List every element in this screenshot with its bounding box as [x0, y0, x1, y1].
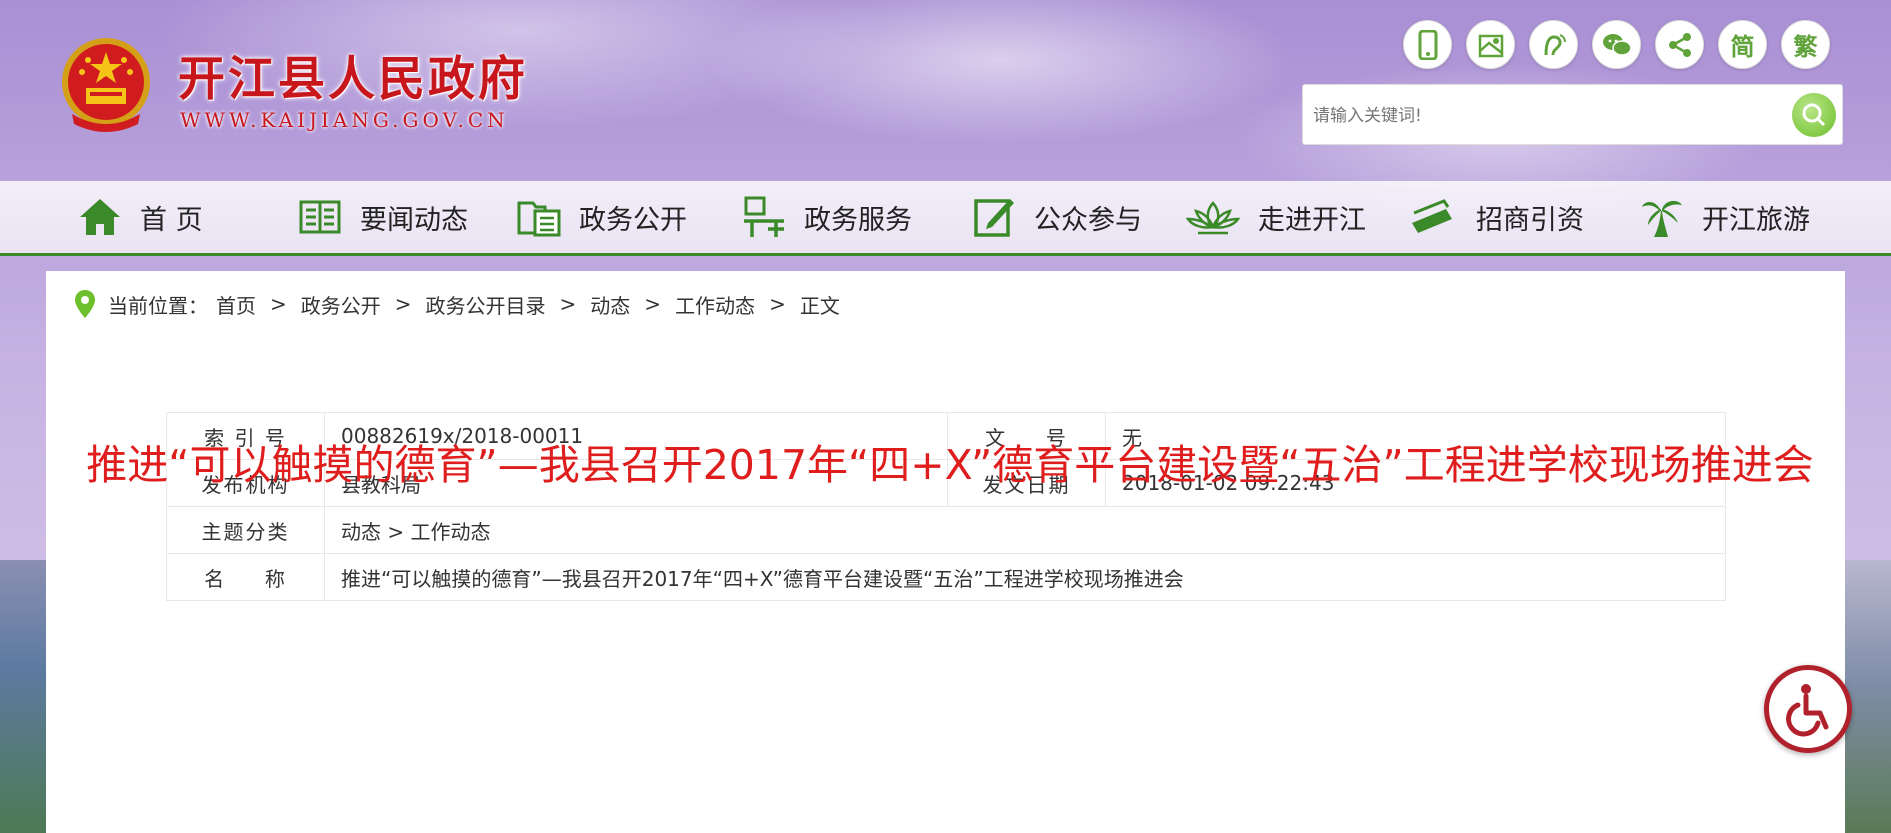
- nav-item-about[interactable]: 走进开江: [1186, 181, 1366, 253]
- service-icon: [744, 196, 784, 237]
- breadcrumb-separator: >: [270, 292, 287, 316]
- breadcrumb-item-current: 正文: [799, 293, 840, 318]
- nav-item-news[interactable]: 要闻动态: [298, 181, 468, 253]
- nav-item-tourism[interactable]: 开江旅游: [1640, 181, 1810, 253]
- breadcrumb-separator: >: [644, 292, 662, 316]
- home-icon: [80, 199, 120, 235]
- traditional-icon[interactable]: 繁: [1781, 20, 1830, 69]
- breadcrumb-item[interactable]: 政务公开: [301, 290, 381, 319]
- lotus-icon: [1186, 201, 1240, 235]
- meta-label: 名 称: [166, 553, 325, 601]
- investment-icon: [1412, 199, 1452, 233]
- news-icon: [299, 200, 341, 234]
- accessibility-button[interactable]: [1764, 665, 1852, 753]
- palm-icon: [1642, 200, 1682, 237]
- folder-icon: [517, 201, 561, 237]
- nav-item-home[interactable]: 首 页: [78, 181, 203, 253]
- wechat-icon[interactable]: [1592, 20, 1641, 69]
- search-box: [1302, 84, 1843, 146]
- nav-item-investment[interactable]: 招商引资: [1408, 181, 1584, 253]
- nav-item-label: 公众参与: [1034, 204, 1142, 236]
- meta-label: 主题分类: [166, 506, 325, 554]
- nav-item-label: 政务服务: [804, 204, 912, 236]
- table-row: 名 称 推进“可以触摸的德育”—我县召开2017年“四+X”德育平台建设暨“五治…: [166, 553, 1726, 601]
- meta-value: 动态 > 工作动态: [324, 506, 1726, 554]
- simplified-icon[interactable]: 简: [1718, 20, 1767, 69]
- search-button[interactable]: [1792, 93, 1836, 137]
- national-emblem-icon: [62, 38, 150, 132]
- nav-item-gov-service[interactable]: 政务服务: [742, 181, 912, 253]
- nav-item-label: 招商引资: [1476, 204, 1584, 236]
- map-icon[interactable]: [1466, 20, 1515, 69]
- breadcrumb: 当前位置： 首页 > 政务公开 > 政务公开目录 > 动态 > 工作动态 > 正…: [74, 289, 840, 319]
- meta-value: 推进“可以触摸的德育”—我县召开2017年“四+X”德育平台建设暨“五治”工程进…: [324, 553, 1726, 601]
- breadcrumb-item[interactable]: 工作动态: [675, 290, 755, 319]
- nav-item-gov-info[interactable]: 政务公开: [517, 181, 687, 253]
- table-row: 主题分类 动态 > 工作动态: [166, 506, 1726, 554]
- edit-icon: [974, 199, 1014, 237]
- breadcrumb-separator: >: [769, 292, 786, 316]
- breadcrumb-separator: >: [394, 292, 412, 316]
- main-nav: 首 页 要闻动态 政务公开 政务服务 公众参与 走进开江 招商引资 开江旅游: [0, 181, 1891, 256]
- content-panel: 当前位置： 首页 > 政务公开 > 政务公开目录 > 动态 > 工作动态 > 正…: [46, 271, 1845, 833]
- toolbar: 简 繁: [1403, 20, 1830, 69]
- nav-item-label: 开江旅游: [1702, 204, 1810, 236]
- background-scenery-left: [0, 560, 46, 833]
- breadcrumb-item[interactable]: 动态: [590, 290, 630, 319]
- nav-item-label: 政务公开: [579, 204, 687, 236]
- breadcrumb-separator: >: [559, 292, 577, 316]
- nav-item-participation[interactable]: 公众参与: [972, 181, 1142, 253]
- breadcrumb-label: 当前位置：: [108, 293, 208, 318]
- article-title: 推进“可以触摸的德育”—我县召开2017年“四+X”德育平台建设暨“五治”工程进…: [86, 441, 1814, 489]
- search-input[interactable]: [1311, 85, 1775, 146]
- breadcrumb-item[interactable]: 首页: [216, 290, 256, 319]
- search-icon: [1802, 103, 1826, 127]
- nav-item-label: 要闻动态: [360, 204, 468, 236]
- breadcrumb-item[interactable]: 政务公开目录: [426, 290, 546, 319]
- wheelchair-icon: [1786, 684, 1829, 737]
- nav-item-label: 走进开江: [1258, 204, 1366, 236]
- site-title[interactable]: 开江县人民政府: [178, 40, 528, 109]
- nav-item-label: 首 页: [140, 204, 203, 236]
- mobile-icon[interactable]: [1403, 20, 1452, 69]
- location-pin-icon: [75, 290, 95, 318]
- site-url: WWW.KAIJIANG.GOV.CN: [180, 108, 509, 132]
- share-icon[interactable]: [1655, 20, 1704, 69]
- voice-icon[interactable]: [1529, 20, 1578, 69]
